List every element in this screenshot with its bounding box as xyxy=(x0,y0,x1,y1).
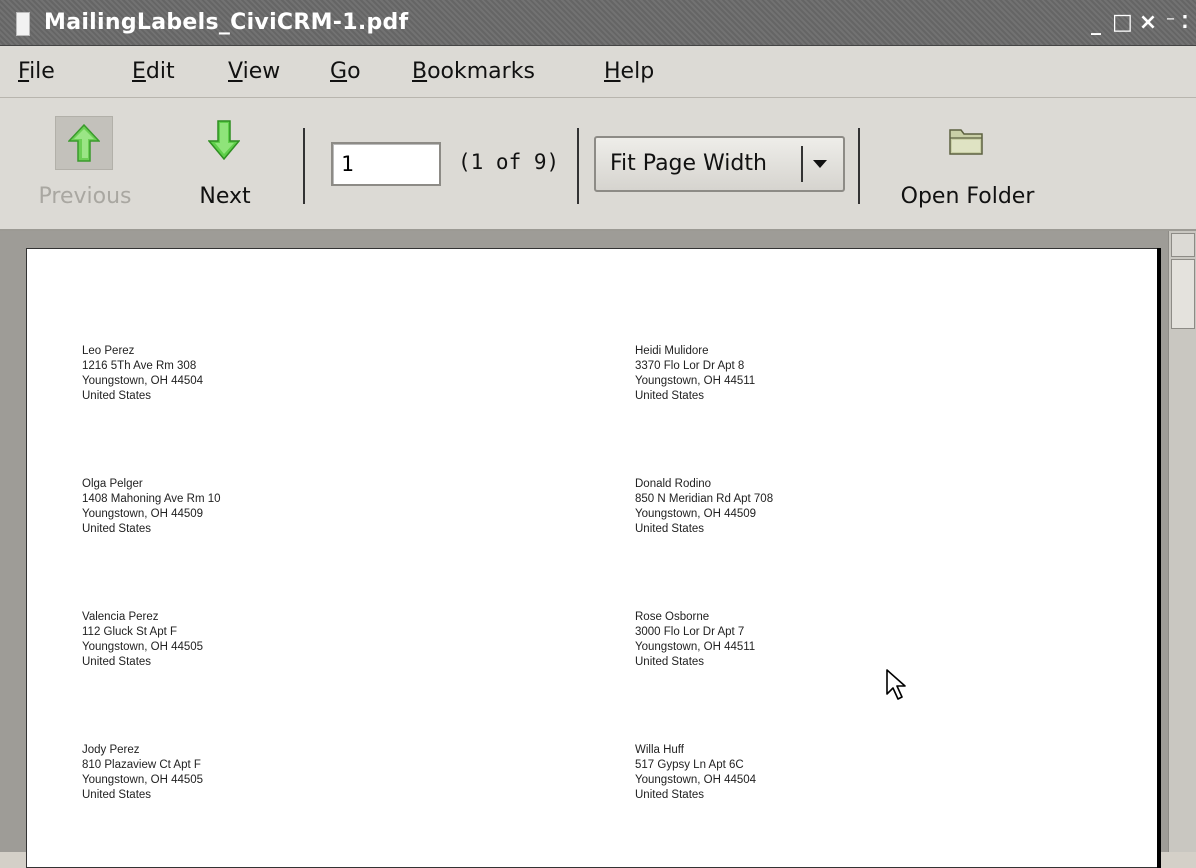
label-name: Leo Perez xyxy=(82,345,135,357)
scrollbar-thumb[interactable] xyxy=(1171,259,1195,329)
label-country: United States xyxy=(82,789,152,801)
address-label: Donald Rodino 850 N Meridian Rd Apt 708 … xyxy=(635,477,773,537)
toolbar: Previous Next (1 of 9) Fit Page Width Op… xyxy=(0,98,1196,231)
window-title: MailingLabels_CiviCRM-1.pdf xyxy=(44,10,409,35)
label-country: United States xyxy=(635,523,705,535)
toolbar-separator xyxy=(577,128,579,204)
folder-icon xyxy=(949,129,983,155)
label-city: Youngstown, OH 44511 xyxy=(635,375,756,387)
label-city: Youngstown, OH 44504 xyxy=(82,375,204,387)
label-city: Youngstown, OH 44505 xyxy=(82,774,204,786)
title-bar[interactable]: MailingLabels_CiviCRM-1.pdf _ □ × ⁻ ⁚ xyxy=(0,0,1196,46)
document-view[interactable]: Leo Perez 1216 5Th Ave Rm 308 Youngstown… xyxy=(0,231,1196,868)
label-country: United States xyxy=(82,656,152,668)
menu-go-rest: o xyxy=(347,59,361,84)
previous-button[interactable]: Previous xyxy=(20,112,150,222)
address-label: Jody Perez 810 Plazaview Ct Apt F Youngs… xyxy=(82,743,203,803)
up-arrow-icon xyxy=(68,124,100,162)
label-country: United States xyxy=(635,789,705,801)
window-controls: _ □ × ⁻ ⁚ xyxy=(1086,6,1190,40)
page-number-input[interactable] xyxy=(331,142,441,186)
mouse-pointer-icon xyxy=(886,669,906,700)
label-country: United States xyxy=(635,656,705,668)
label-country: United States xyxy=(635,390,705,402)
menu-bookmarks-rest: ookmarks xyxy=(427,59,535,84)
menu-go[interactable]: Go xyxy=(330,58,361,86)
dropdown-arrow-icon xyxy=(813,160,827,168)
menu-bookmarks-mnemonic: B xyxy=(412,59,428,84)
label-city: Youngstown, OH 44511 xyxy=(635,641,756,653)
menu-edit[interactable]: Edit xyxy=(132,58,175,86)
label-country: United States xyxy=(82,390,152,402)
label-name: Willa Huff xyxy=(635,744,684,756)
label-name: Rose Osborne xyxy=(635,611,710,623)
address-label: Leo Perez 1216 5Th Ave Rm 308 Youngstown… xyxy=(82,344,203,404)
label-city: Youngstown, OH 44504 xyxy=(635,774,757,786)
menu-edit-mnemonic: E xyxy=(132,59,146,84)
label-street: 112 Gluck St Apt F xyxy=(82,626,178,638)
menu-edit-rest: dit xyxy=(145,59,175,84)
menu-file-mnemonic: F xyxy=(18,59,30,84)
toolbar-separator xyxy=(858,128,860,204)
vertical-scrollbar[interactable] xyxy=(1168,231,1196,852)
address-label: Willa Huff 517 Gypsy Ln Apt 6C Youngstow… xyxy=(635,743,756,803)
menu-bar: File Edit View Go Bookmarks Help xyxy=(0,46,1196,98)
zoom-divider xyxy=(801,146,803,182)
next-label: Next xyxy=(199,184,251,209)
menu-help-rest: elp xyxy=(620,59,655,84)
label-street: 3370 Flo Lor Dr Apt 8 xyxy=(635,360,745,372)
label-country: United States xyxy=(82,523,152,535)
scroll-up-button[interactable] xyxy=(1171,233,1195,257)
zoom-value: Fit Page Width xyxy=(610,151,767,176)
label-street: 1216 5Th Ave Rm 308 xyxy=(82,360,197,372)
label-street: 1408 Mahoning Ave Rm 10 xyxy=(82,493,221,505)
address-label: Valencia Perez 112 Gluck St Apt F Youngs… xyxy=(82,610,203,670)
menu-file[interactable]: File xyxy=(18,58,55,86)
label-city: Youngstown, OH 44509 xyxy=(635,508,757,520)
close-button[interactable]: × xyxy=(1138,8,1158,38)
open-folder-button[interactable]: Open Folder xyxy=(880,112,1055,222)
menu-view[interactable]: View xyxy=(228,58,280,86)
menu-help-mnemonic: H xyxy=(604,59,621,84)
menu-view-mnemonic: V xyxy=(228,59,243,84)
down-arrow-icon xyxy=(208,120,240,160)
toolbar-separator xyxy=(303,128,305,204)
label-city: Youngstown, OH 44509 xyxy=(82,508,204,520)
label-city: Youngstown, OH 44505 xyxy=(82,641,204,653)
menu-bookmarks[interactable]: Bookmarks xyxy=(412,58,535,86)
page-count-label: (1 of 9) xyxy=(458,150,560,174)
address-label: Rose Osborne 3000 Flo Lor Dr Apt 7 Young… xyxy=(635,610,755,670)
window-menu-button[interactable]: ⁻ ⁚ xyxy=(1164,8,1190,38)
document-icon xyxy=(16,12,30,36)
menu-help[interactable]: Help xyxy=(604,58,654,86)
label-street: 850 N Meridian Rd Apt 708 xyxy=(635,493,774,505)
next-button[interactable]: Next xyxy=(175,112,275,222)
zoom-select[interactable]: Fit Page Width xyxy=(594,136,845,192)
label-street: 3000 Flo Lor Dr Apt 7 xyxy=(635,626,745,638)
previous-label: Previous xyxy=(38,184,132,209)
menu-view-rest: iew xyxy=(242,59,281,84)
label-street: 810 Plazaview Ct Apt F xyxy=(82,759,201,771)
label-name: Donald Rodino xyxy=(635,478,712,490)
menu-go-mnemonic: G xyxy=(330,59,348,84)
label-name: Jody Perez xyxy=(82,744,140,756)
page-edge-shadow xyxy=(1157,248,1161,868)
address-label: Heidi Mulidore 3370 Flo Lor Dr Apt 8 You… xyxy=(635,344,755,404)
label-name: Valencia Perez xyxy=(82,611,159,623)
label-name: Heidi Mulidore xyxy=(635,345,709,357)
label-name: Olga Pelger xyxy=(82,478,143,490)
open-folder-label: Open Folder xyxy=(900,184,1035,209)
menu-file-rest: ile xyxy=(29,59,55,84)
address-label: Olga Pelger 1408 Mahoning Ave Rm 10 Youn… xyxy=(82,477,221,537)
minimize-button[interactable]: _ xyxy=(1086,8,1106,38)
maximize-button[interactable]: □ xyxy=(1112,8,1133,38)
label-street: 517 Gypsy Ln Apt 6C xyxy=(635,759,744,771)
pdf-page: Leo Perez 1216 5Th Ave Rm 308 Youngstown… xyxy=(26,248,1158,868)
